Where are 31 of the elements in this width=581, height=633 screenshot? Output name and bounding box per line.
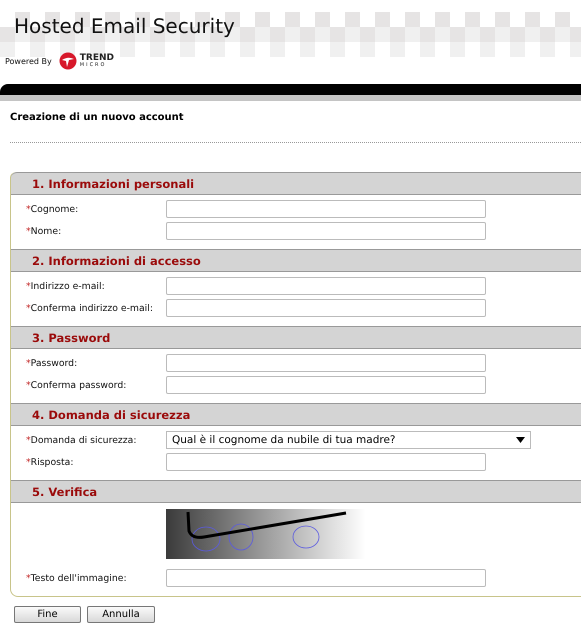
app-title: Hosted Email Security [14, 14, 235, 40]
powered-by-text: Powered By [5, 56, 52, 66]
dropdown[interactable]: Qual è il cognome da nubile di tua madre? [166, 431, 531, 449]
form-button[interactable]: Fine [14, 606, 81, 623]
field-label: *Testo dell'immagine: [25, 572, 128, 584]
input-field[interactable] [166, 277, 486, 295]
section-header: 5. Verifica [11, 480, 581, 503]
field-label: *Cognome: [25, 204, 80, 214]
field-label: *Password: [25, 358, 78, 368]
field-label: *Risposta: [25, 456, 74, 468]
field-label: *Conferma indirizzo e-mail: [25, 302, 154, 314]
logo-text: TREND [80, 54, 114, 63]
section-header: 2. Informazioni di accesso [11, 249, 581, 272]
section-header: 1. Informazioni personali [11, 172, 581, 195]
section-header: 4. Domanda di sicurezza [11, 403, 581, 426]
form-button[interactable]: Annulla [87, 606, 155, 623]
dropdown-arrow-icon [516, 437, 525, 443]
page-title: Creazione di un nuovo account [9, 111, 185, 125]
input-field[interactable] [166, 569, 486, 587]
input-field[interactable] [166, 222, 486, 240]
field-label: *Conferma password: [25, 380, 128, 390]
field-label: *Nome: [25, 226, 62, 236]
logo-ball-icon [58, 52, 77, 70]
input-field[interactable] [166, 453, 486, 471]
field-label: *Indirizzo e-mail: [25, 280, 106, 292]
field-label: *Domanda di sicurezza: [25, 434, 138, 446]
section-header: 3. Password [11, 326, 581, 349]
input-field[interactable] [166, 354, 486, 372]
input-field[interactable] [166, 376, 486, 394]
input-field[interactable] [166, 299, 486, 317]
input-field[interactable] [166, 200, 486, 218]
